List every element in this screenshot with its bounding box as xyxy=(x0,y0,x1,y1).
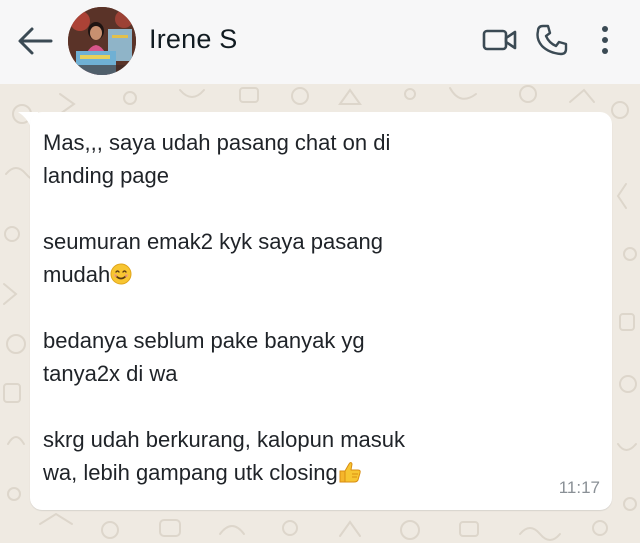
chat-header: Irene S xyxy=(0,0,640,84)
message-line: mudah xyxy=(43,262,111,287)
message-line: tanya2x di wa xyxy=(43,361,178,386)
chat-window: Irene S Mas,,, saya udah pasang chat on … xyxy=(0,0,640,543)
message-line-with-emoji: mudah xyxy=(43,258,483,291)
contact-name[interactable]: Irene S xyxy=(149,24,237,55)
voice-call-button[interactable] xyxy=(532,21,572,59)
voice-call-icon xyxy=(536,24,568,56)
message-line: wa, lebih gampang utk closing xyxy=(43,460,338,485)
more-vertical-icon xyxy=(602,26,608,54)
video-call-button[interactable] xyxy=(480,21,520,59)
message-line: Mas,,, saya udah pasang chat on di xyxy=(43,130,391,155)
message-line-with-emoji: wa, lebih gampang utk closing xyxy=(43,456,483,489)
thumbs-up-emoji xyxy=(338,459,362,492)
message-text: Mas,,, saya udah pasang chat on di landi… xyxy=(43,126,483,489)
arrow-left-icon xyxy=(18,27,53,55)
more-options-button[interactable] xyxy=(590,21,620,59)
contact-avatar xyxy=(68,7,136,75)
back-button[interactable] xyxy=(14,22,56,60)
incoming-message[interactable]: Mas,,, saya udah pasang chat on di landi… xyxy=(30,112,612,510)
chat-area: Mas,,, saya udah pasang chat on di landi… xyxy=(0,84,640,543)
message-line: seumuran emak2 kyk saya pasang xyxy=(43,229,383,254)
video-call-icon xyxy=(482,29,517,51)
message-timestamp: 11:17 xyxy=(558,478,600,497)
smiling-face-emoji xyxy=(110,261,132,294)
message-line: skrg udah berkurang, kalopun masuk xyxy=(43,427,405,452)
message-line: landing page xyxy=(43,163,170,188)
avatar[interactable] xyxy=(68,7,136,75)
message-line: bedanya seblum pake banyak yg xyxy=(43,328,365,353)
